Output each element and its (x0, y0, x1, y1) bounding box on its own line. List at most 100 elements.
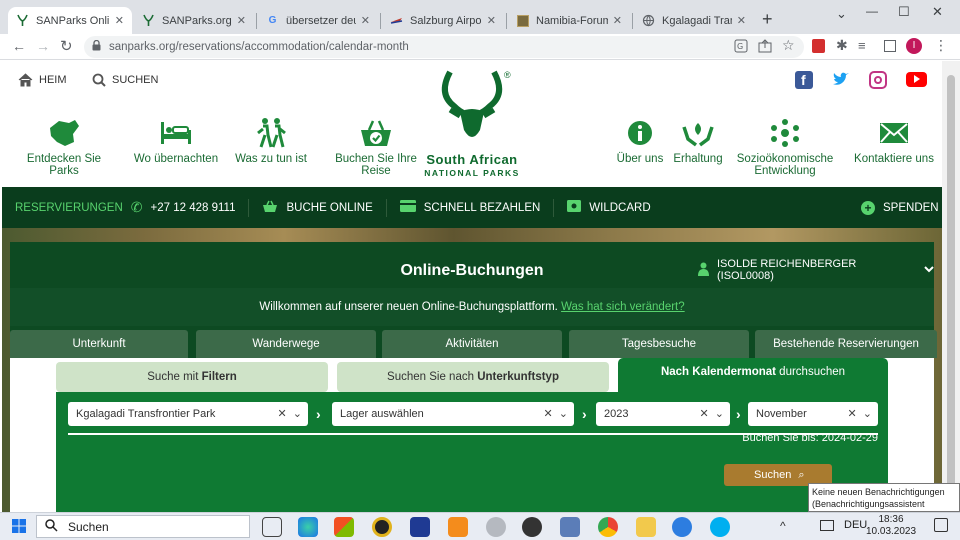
google-favicon-icon: G (268, 15, 277, 26)
file-explorer-icon[interactable] (636, 517, 656, 537)
skype-icon[interactable] (710, 517, 730, 537)
tab-day-visits[interactable]: Tagesbesuche (569, 330, 749, 358)
tab-close-icon[interactable]: ✕ (737, 14, 746, 27)
tab-sanparks-forum[interactable]: SANParks.org Foru ✕ (134, 7, 254, 34)
tab-close-icon[interactable]: ✕ (361, 14, 370, 27)
pdf-extension-icon[interactable] (812, 39, 825, 53)
side-panel-icon[interactable] (884, 40, 896, 52)
whats-changed-link[interactable]: Was hat sich verändert? (561, 301, 685, 313)
search-by-filters-tab[interactable]: Suche mit Filtern (56, 362, 328, 392)
tab-activities[interactable]: Aktivitäten (382, 330, 562, 358)
back-arrow-icon[interactable]: ← (12, 38, 26, 54)
book-online-link[interactable]: BUCHE ONLINE (249, 198, 387, 217)
page-scrollbar[interactable] (942, 61, 960, 512)
category-things-to-do[interactable]: Was zu tun ist (230, 113, 312, 165)
keyboard-language[interactable]: DEU (844, 519, 867, 531)
tab-existing-reservations[interactable]: Bestehende Reservierungen (755, 330, 937, 358)
notification-tooltip: Keine neuen Benachrichtigungen (Benachri… (808, 483, 960, 521)
category-explore-parks[interactable]: Entdecken Sie Parks (14, 113, 114, 177)
extensions-puzzle-icon[interactable]: ✱ (836, 37, 848, 54)
tab-kgalagadi[interactable]: Kgalagadi Transfro ✕ (634, 7, 754, 34)
tab-close-icon[interactable]: ✕ (613, 14, 622, 27)
donate-link[interactable]: + SPENDEN (848, 199, 942, 217)
clock[interactable]: 18:36 10.03.2023 (866, 514, 916, 538)
chevron-right-icon: › (582, 406, 587, 422)
notification-center-icon[interactable] (934, 518, 948, 532)
edge-icon[interactable] (298, 517, 318, 537)
instagram-icon[interactable] (869, 71, 887, 89)
search-link[interactable]: SUCHEN (92, 73, 158, 87)
tab-close-icon[interactable]: ✕ (487, 14, 496, 27)
category-conservation[interactable]: Erhaltung (670, 113, 726, 165)
tab-accommodation[interactable]: Unterkunft (10, 330, 188, 358)
hikers-icon (230, 113, 312, 153)
tab-salzburg-airport[interactable]: Salzburg Airport ✕ (382, 7, 504, 34)
minimize-button[interactable]: — (866, 4, 878, 18)
tab-trails[interactable]: Wanderwege (196, 330, 376, 358)
close-window-button[interactable]: ✕ (932, 4, 943, 20)
browser-toolbar: ← → ↻ sanparks.org/reservations/accommod… (0, 34, 960, 60)
tab-namibia-forum[interactable]: Namibia-Forum: w ✕ (508, 7, 630, 34)
tab-close-icon[interactable]: ✕ (115, 14, 124, 27)
park-select[interactable]: Kgalagadi Transfrontier Park ✕ ⌄ (68, 402, 308, 426)
category-about-us[interactable]: Über uns (614, 113, 666, 165)
year-select[interactable]: 2023 ✕ ⌄ (596, 402, 730, 426)
tray-monitor-icon[interactable] (820, 520, 834, 531)
quick-pay-link[interactable]: SCHNELL BEZAHLEN (387, 198, 555, 217)
maximize-button[interactable]: ☐ (898, 4, 910, 20)
facebook-icon[interactable]: f (795, 71, 813, 89)
chrome-icon[interactable] (598, 517, 618, 537)
youtube-icon[interactable] (906, 72, 927, 87)
photo-app-icon[interactable] (410, 517, 430, 537)
home-link[interactable]: HEIM (18, 73, 67, 87)
search-icon: ⌕ (798, 469, 805, 481)
task-view-icon[interactable] (262, 517, 282, 537)
forward-arrow-icon[interactable]: → (36, 38, 50, 54)
browser-tab-strip: SANParks Online-B ✕ SANParks.org Foru ✕ … (0, 0, 960, 34)
category-where-to-stay[interactable]: Wo übernachten (130, 113, 222, 165)
globe-favicon-icon (642, 14, 655, 27)
translate-icon[interactable]: G (734, 39, 748, 56)
hp-icon[interactable] (486, 517, 506, 537)
tab-sanparks-online[interactable]: SANParks Online-B ✕ (8, 7, 132, 34)
tab-close-icon[interactable]: ✕ (237, 14, 246, 27)
month-select[interactable]: November ✕ ⌄ (748, 402, 878, 426)
address-bar[interactable]: sanparks.org/reservations/accommodation/… (84, 36, 804, 58)
category-contact[interactable]: Kontaktiere uns (852, 113, 936, 165)
tab-uebersetzer[interactable]: G übersetzer deutsch ✕ (258, 7, 378, 34)
windows-start-icon[interactable] (12, 519, 26, 536)
chevron-right-icon: › (316, 406, 321, 422)
tab-search-chevron-icon[interactable]: ⌄ (836, 6, 847, 22)
reading-list-icon[interactable]: ≡ (858, 38, 866, 53)
app-icon[interactable] (672, 517, 692, 537)
media-app-icon[interactable] (372, 517, 392, 537)
new-tab-button[interactable]: + (762, 9, 773, 30)
more-menu-icon[interactable]: ⋮ (934, 37, 948, 54)
tray-chevron-up-icon[interactable]: ^ (780, 519, 786, 533)
camera-app-icon[interactable] (522, 517, 542, 537)
windows-taskbar: Suchen ^ DEU 18:36 10.03.2023 (0, 512, 960, 540)
camp-select[interactable]: Lager auswählen ✕ ⌄ (332, 402, 574, 426)
reservations-phone-link[interactable]: RESERVIERUNGEN ✆ +27 12 428 9111 (2, 198, 250, 217)
network-app-icon[interactable] (560, 517, 580, 537)
clear-chevron-icon: ✕ ⌄ (543, 408, 568, 420)
sanparks-favicon-icon (142, 14, 155, 27)
category-book-trip[interactable]: Buchen Sie Ihre Reise (322, 113, 430, 177)
store-icon[interactable] (334, 517, 354, 537)
reload-icon[interactable]: ↻ (60, 37, 73, 55)
search-form: Kgalagadi Transfrontier Park ✕ ⌄ › Lager… (56, 392, 888, 512)
player-app-icon[interactable] (448, 517, 468, 537)
profile-avatar[interactable]: I (906, 38, 922, 54)
category-socioeconomic[interactable]: Sozioökonomische Entwicklung (732, 113, 838, 177)
accommodation-search-area: Suche mit Filtern Suchen Sie nach Unterk… (10, 358, 934, 513)
taskbar-search-box[interactable]: Suchen (36, 515, 250, 538)
wildcard-link[interactable]: WILDCARD (554, 199, 663, 217)
user-menu[interactable]: ISOLDE REICHENBERGER (ISOL0008) (698, 258, 934, 282)
card-icon (399, 200, 416, 215)
twitter-icon[interactable] (832, 71, 850, 89)
sanparks-logo[interactable]: ® South African NATIONAL PARKS (420, 66, 524, 186)
search-by-type-tab[interactable]: Suchen Sie nach Unterkunftstyp (337, 362, 609, 392)
share-icon[interactable] (758, 39, 772, 56)
bookmark-star-icon[interactable]: ☆ (782, 37, 795, 54)
book-until-text: Buchen Sie bis: 2024-02-29 (742, 432, 878, 444)
